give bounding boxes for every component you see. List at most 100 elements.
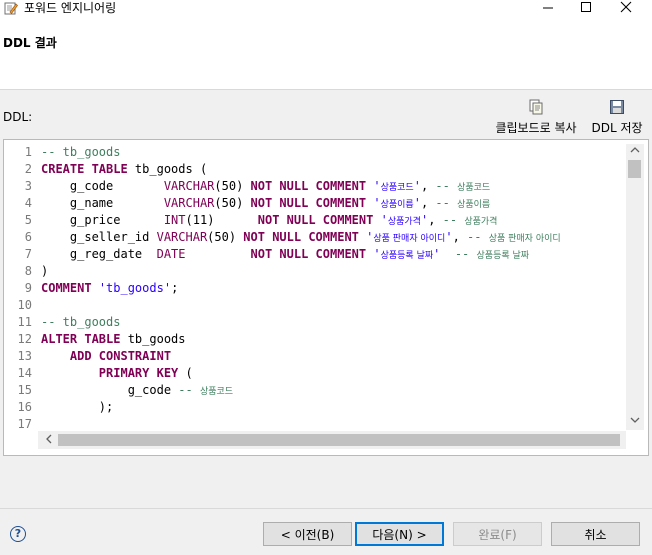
ddl-text-area[interactable]: 1 -- tb_goods 2 CREATE TABLE tb_goods (3 g_… — [3, 139, 649, 456]
code-token: ' — [380, 213, 388, 227]
code-token: 상품이름 — [380, 200, 414, 210]
window-title: 포워드 엔지니어링 — [24, 1, 117, 15]
code-token: ' — [373, 247, 381, 261]
code-token: g_code — [41, 179, 164, 193]
code-token: tb_goods ( — [127, 162, 208, 176]
code-token: (11) — [185, 213, 258, 227]
code-text: COMMENT 'tb_goods'; — [41, 280, 178, 297]
close-icon — [620, 1, 632, 16]
title-bar: 포워드 엔지니어링 — [0, 0, 652, 16]
code-token: 상품코드 — [457, 183, 491, 193]
line-number: 8 — [24, 264, 32, 278]
copy-to-clipboard-button[interactable]: 클립보드로 복사 — [491, 99, 581, 136]
finish-button[interactable]: 완료(F) — [453, 522, 542, 546]
pencil-document-icon — [4, 1, 18, 15]
code-token: ' — [373, 196, 381, 210]
line-number: 16 — [17, 400, 32, 414]
code-token: (50) — [214, 179, 251, 193]
code-token: -- — [454, 247, 477, 261]
page-title: DDL 결과 — [3, 36, 57, 50]
scroll-down-icon[interactable] — [628, 415, 642, 429]
vertical-scrollbar[interactable] — [626, 144, 644, 430]
code-token: VARCHAR — [163, 196, 215, 210]
code-token: 상품코드 — [199, 387, 234, 397]
scroll-up-icon[interactable] — [628, 145, 642, 159]
vertical-scroll-thumb[interactable] — [628, 160, 641, 178]
line-number: 14 — [17, 366, 32, 380]
code-text: -- tb_goods — [41, 314, 120, 331]
floppy-disk-icon — [609, 99, 625, 118]
code-text: ALTER TABLE tb_goods — [41, 331, 186, 348]
line-number: 6 — [24, 230, 32, 244]
code-token: tb_goods — [120, 332, 186, 346]
code-token: ADD CONSTRAINT — [69, 349, 172, 363]
line-number: 12 — [17, 332, 32, 346]
wizard-header: DDL 결과 — [0, 16, 652, 90]
code-token: NOT NULL COMMENT — [257, 213, 374, 227]
code-token: ' — [373, 179, 381, 193]
code-text: ); — [41, 399, 113, 416]
maximize-button[interactable] — [566, 0, 606, 16]
code-token: ); — [41, 400, 114, 414]
horizontal-scroll-thumb[interactable] — [58, 434, 620, 446]
line-number: 5 — [24, 213, 32, 227]
code-token: g_name — [41, 196, 164, 210]
code-token: , — [428, 213, 443, 227]
code-token: DATE — [156, 247, 186, 261]
line-number: 13 — [17, 349, 32, 363]
minimize-button[interactable] — [528, 0, 568, 16]
code-token: INT — [163, 213, 186, 227]
help-icon[interactable]: ? — [10, 526, 26, 542]
line-number: 15 — [17, 383, 32, 397]
code-token: -- — [435, 179, 458, 193]
code-token: , — [452, 230, 468, 244]
ddl-label: DDL: — [3, 110, 33, 124]
save-ddl-label: DDL 저장 — [591, 121, 643, 135]
code-token: ) — [41, 264, 49, 278]
code-token: -- — [442, 213, 465, 227]
code-token: -- — [435, 196, 458, 210]
copy-to-clipboard-label: 클립보드로 복사 — [495, 121, 577, 135]
close-button[interactable] — [606, 0, 646, 16]
code-token: ' — [413, 179, 421, 193]
line-number: 1 — [24, 145, 32, 159]
code-token: ' — [445, 230, 453, 244]
scroll-left-icon[interactable] — [42, 434, 56, 448]
code-token: NOT NULL COMMENT — [243, 230, 359, 244]
code-token: 상품등록 날짜 — [476, 251, 530, 261]
line-number: 9 — [24, 281, 32, 295]
next-button[interactable]: 다음(N) > — [355, 522, 444, 546]
line-number: 4 — [24, 196, 32, 210]
line-number: 3 — [24, 179, 32, 193]
line-number: 10 — [17, 298, 32, 312]
code-token: g_reg_date — [41, 247, 157, 261]
code-token: NOT NULL COMMENT — [250, 179, 367, 193]
code-token: g_price — [41, 213, 164, 227]
horizontal-scrollbar[interactable] — [38, 431, 626, 449]
cancel-button[interactable]: 취소 — [551, 522, 640, 546]
code-token: g_code — [41, 383, 179, 397]
code-token: , — [420, 196, 436, 210]
code-text: -- tb_goods — [41, 144, 120, 161]
save-ddl-button[interactable]: DDL 저장 — [587, 99, 647, 136]
code-token: VARCHAR — [163, 179, 215, 193]
code-token: 상품등록 날짜 — [380, 251, 434, 261]
code-token: COMMENT — [41, 281, 92, 295]
code-token: 상품 판매자 아이디 — [373, 234, 446, 244]
code-token: 상품가격 — [387, 217, 421, 227]
code-text: ADD CONSTRAINT — [41, 348, 171, 365]
line-number: 17 — [17, 417, 32, 430]
code-token: 상품 판매자 아이디 — [488, 234, 561, 244]
code-text: CREATE TABLE tb_goods ( — [41, 161, 207, 178]
code-editor[interactable]: 1 -- tb_goods 2 CREATE TABLE tb_goods (3 g_… — [10, 144, 624, 430]
code-token: ( — [178, 366, 193, 380]
code-token: -- — [467, 230, 489, 244]
line-number: 7 — [24, 247, 32, 261]
code-token: ; — [171, 281, 179, 295]
code-token: -- tb_goods — [41, 315, 121, 329]
back-button[interactable]: < 이전(B) — [263, 522, 352, 546]
